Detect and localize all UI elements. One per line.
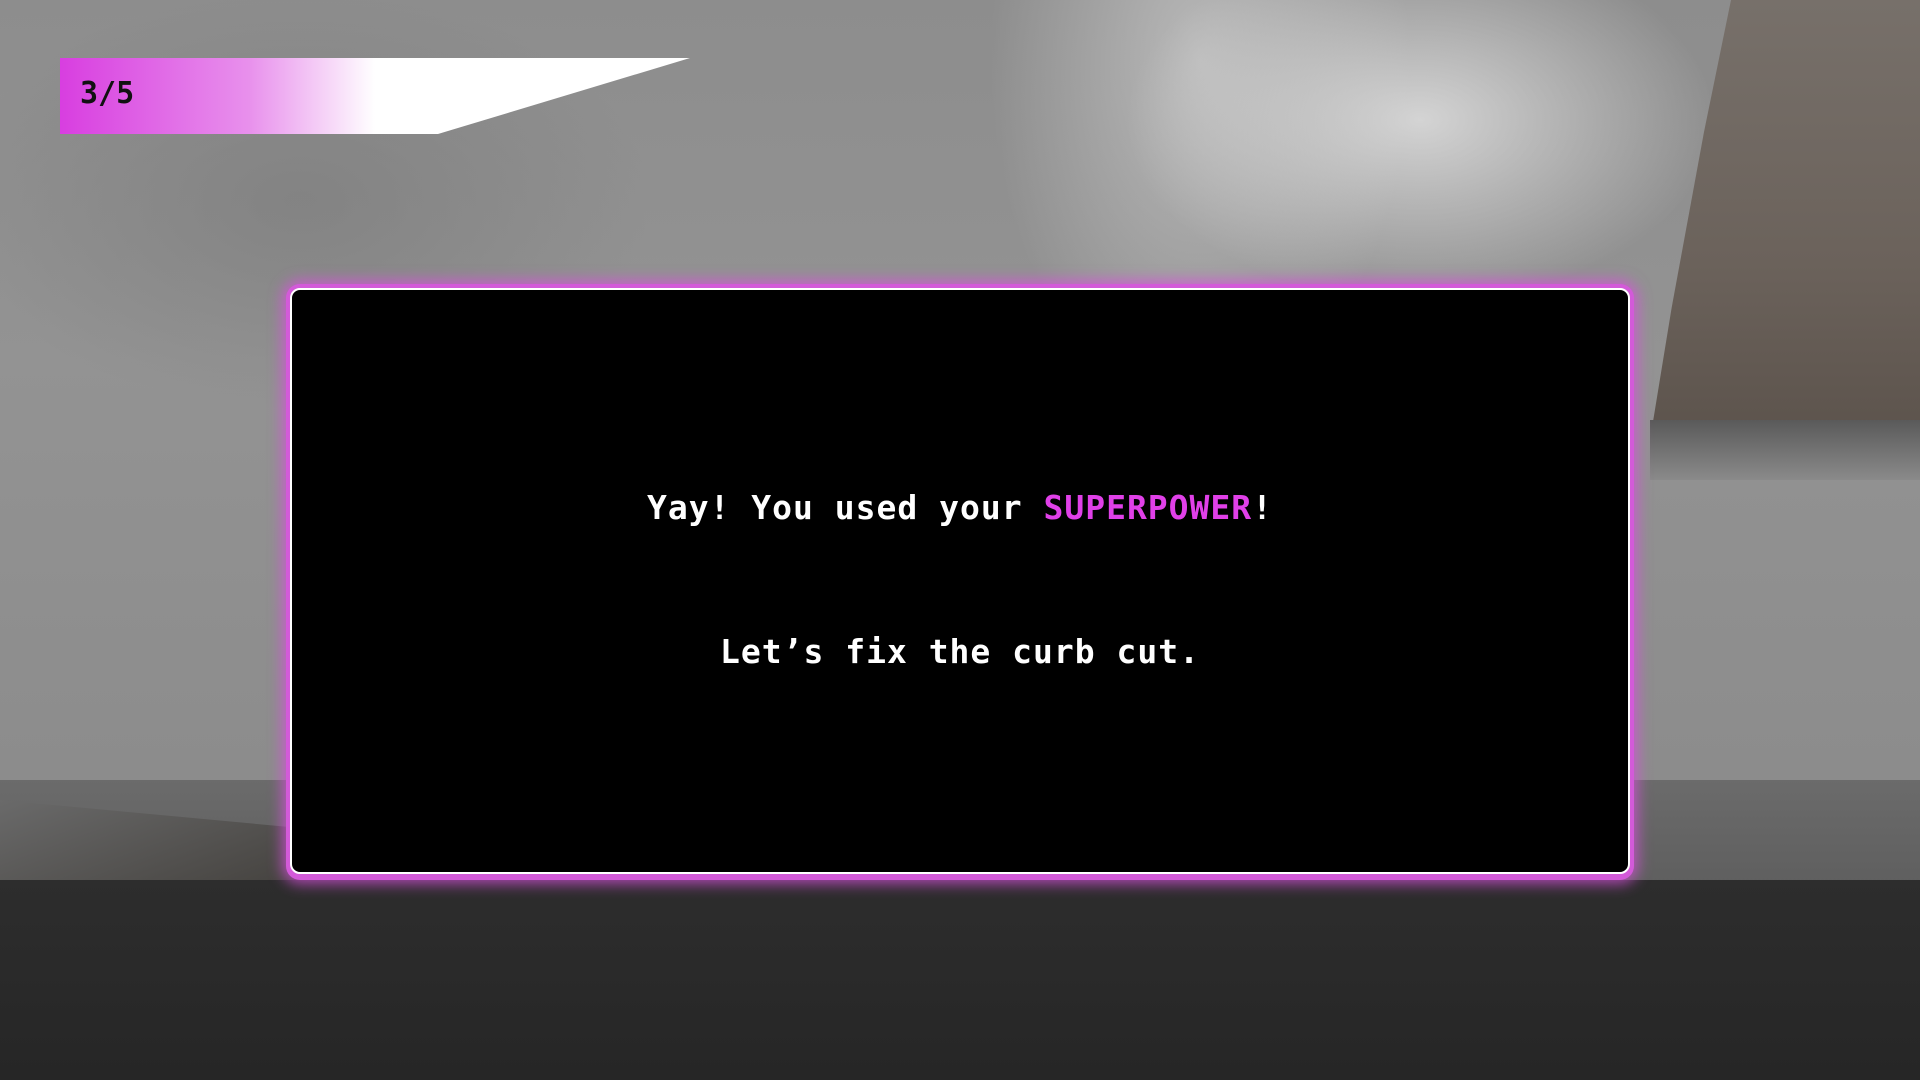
progress-counter: 3/5 — [80, 76, 135, 111]
dialog-message-line-1: Yay! You used your SUPERPOWER! — [292, 488, 1628, 527]
gravel-ground — [0, 880, 1920, 1080]
dialog-message-line-2: Let’s fix the curb cut. — [720, 632, 1200, 671]
message-prefix: Yay! You used your — [646, 488, 1044, 527]
message-suffix: ! — [1252, 488, 1274, 527]
curb-edge — [1650, 420, 1920, 480]
superpower-highlight: SUPERPOWER — [1043, 488, 1253, 527]
message-dialog[interactable]: Yay! You used your SUPERPOWER! Let’s fix… — [290, 288, 1630, 874]
